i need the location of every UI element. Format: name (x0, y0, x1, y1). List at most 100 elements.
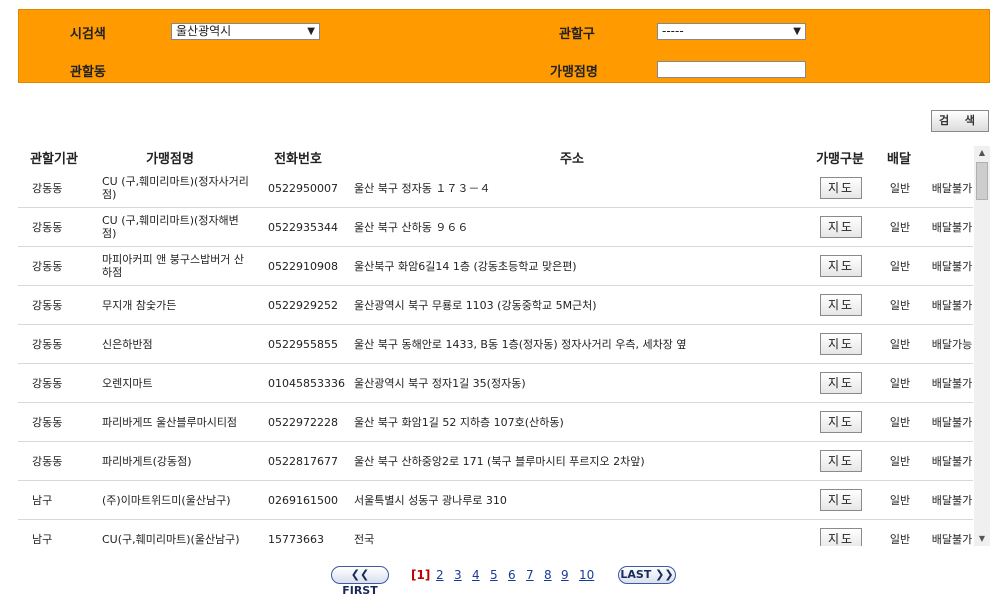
phone-cell: 0522955855 (268, 337, 338, 351)
agency-cell: 강동동 (32, 221, 63, 234)
phone-cell: 0522950007 (268, 181, 338, 195)
agency-cell: 강동동 (32, 416, 63, 429)
table-row: 강동동 신은하반점 0522955855 울산 북구 동해안로 1433, B동… (18, 325, 973, 364)
page-link-7[interactable]: 7 (526, 568, 534, 582)
address-cell: 울산 북구 화암1길 52 지하층 107호(산하동) (354, 416, 564, 429)
district-select[interactable]: ----- ▼ (657, 23, 806, 40)
city-search-label: 시검색 (70, 27, 106, 42)
delivery-cell: 배달불가 (931, 259, 973, 273)
dropdown-arrow-icon: ▼ (307, 26, 315, 37)
table-row: 강동동 무지개 참숯가든 0522929252 울산광역시 북구 무룡로 110… (18, 286, 973, 325)
page-link-8[interactable]: 8 (544, 568, 552, 582)
address-cell: 울산 북구 동해안로 1433, B동 1층(정자동) 정자사거리 우측, 세차… (354, 338, 687, 351)
store-type-cell: 일반 (889, 455, 911, 468)
map-cell: 지도 (819, 169, 863, 207)
table-row: 강동동 CU (구,훼미리마트)(정자사거리점) 0522950007 울산 북… (18, 169, 973, 208)
page-link-3[interactable]: 3 (454, 568, 462, 582)
delivery-cell: 배달불가 (931, 298, 973, 312)
map-button[interactable]: 지도 (820, 489, 862, 511)
store-name-cell: 파리바게뜨 울산블루마시티점 (102, 415, 238, 429)
header-phone: 전화번호 (274, 152, 322, 167)
store-name-cell: (주)이마트위드미(울산남구) (102, 493, 231, 507)
store-name-cell: CU (구,훼미리마트)(정자사거리점) (102, 175, 249, 201)
map-button[interactable]: 지도 (820, 255, 862, 277)
store-name-cell: CU (구,훼미리마트)(정자해변점) (102, 214, 239, 240)
store-type-cell: 일반 (889, 182, 911, 195)
city-select[interactable]: 울산광역시 ▼ (171, 23, 320, 40)
table-row: 강동동 파리바게트(강동점) 0522817677 울산 북구 산하중앙2로 1… (18, 442, 973, 481)
page-link-4[interactable]: 4 (472, 568, 480, 582)
current-page: [1] (411, 568, 431, 582)
map-button[interactable]: 지도 (820, 528, 862, 546)
map-cell: 지도 (819, 208, 863, 246)
first-page-button[interactable]: ❮❮ FIRST (331, 566, 389, 597)
store-type-cell: 일반 (889, 377, 911, 390)
city-select-value: 울산광역시 (176, 24, 232, 38)
search-button[interactable]: 검 색 (931, 110, 989, 132)
table-scrollbar[interactable]: ▲ ▼ (974, 146, 990, 546)
map-cell: 지도 (819, 325, 863, 363)
map-cell: 지도 (819, 247, 863, 285)
map-button[interactable]: 지도 (820, 216, 862, 238)
address-cell: 전국 (354, 533, 375, 546)
map-cell: 지도 (819, 481, 863, 519)
store-name-label: 가맹점명 (550, 65, 598, 80)
page-link-10[interactable]: 10 (579, 568, 594, 582)
delivery-cell: 배달불가 (931, 181, 973, 195)
store-type-cell: 일반 (889, 338, 911, 351)
page-link-6[interactable]: 6 (508, 568, 516, 582)
last-page-button[interactable]: LAST ❯❯ (618, 566, 676, 584)
map-button[interactable]: 지도 (820, 450, 862, 472)
agency-cell: 강동동 (32, 455, 63, 468)
store-type-cell: 일반 (889, 299, 911, 312)
address-cell: 서울특별시 성동구 광나루로 310 (354, 494, 507, 507)
scroll-down-arrow-icon[interactable]: ▼ (974, 532, 990, 546)
delivery-cell: 배달불가 (931, 376, 973, 390)
phone-cell: 15773663 (268, 532, 324, 546)
map-cell: 지도 (819, 442, 863, 480)
phone-cell: 0522929252 (268, 298, 338, 312)
agency-cell: 강동동 (32, 377, 63, 390)
table-row: 남구 CU(구,훼미리마트)(울산남구) 15773663 전국 지도 일반 배… (18, 520, 973, 546)
agency-cell: 강동동 (32, 260, 63, 273)
scroll-up-arrow-icon[interactable]: ▲ (974, 146, 990, 160)
phone-cell: 0522972228 (268, 415, 338, 429)
table-row: 강동동 마피아커피 앤 붕구스밥버거 산하점 0522910908 울산북구 화… (18, 247, 973, 286)
page-link-5[interactable]: 5 (490, 568, 498, 582)
delivery-cell: 배달불가 (931, 220, 973, 234)
map-button[interactable]: 지도 (820, 294, 862, 316)
table-header: 관할기관 가맹점명 전화번호 주소 가맹구분 배달 (18, 148, 973, 168)
store-name-input[interactable] (657, 61, 806, 78)
map-button[interactable]: 지도 (820, 411, 862, 433)
store-name-cell: CU(구,훼미리마트)(울산남구) (102, 532, 240, 546)
map-button[interactable]: 지도 (820, 372, 862, 394)
table-row: 강동동 CU (구,훼미리마트)(정자해변점) 0522935344 울산 북구… (18, 208, 973, 247)
store-type-cell: 일반 (889, 260, 911, 273)
map-cell: 지도 (819, 286, 863, 324)
page-link-2[interactable]: 2 (436, 568, 444, 582)
phone-cell: 0269161500 (268, 493, 338, 507)
agency-cell: 남구 (32, 533, 53, 546)
search-panel: 시검색 울산광역시 ▼ 관할구 ----- ▼ 관할동 가맹점명 (18, 9, 990, 83)
scrollbar-thumb[interactable] (976, 162, 988, 200)
delivery-cell: 배달불가 (931, 454, 973, 468)
phone-cell: 01045853336 (268, 376, 345, 390)
table-body: 강동동 CU (구,훼미리마트)(정자사거리점) 0522950007 울산 북… (18, 169, 973, 546)
agency-cell: 강동동 (32, 182, 63, 195)
header-address: 주소 (560, 152, 584, 167)
delivery-cell: 배달불가 (931, 415, 973, 429)
table-row: 강동동 오렌지마트 01045853336 울산광역시 북구 정자1길 35(정… (18, 364, 973, 403)
page-link-9[interactable]: 9 (561, 568, 569, 582)
header-delivery: 배달 (887, 152, 911, 167)
agency-cell: 남구 (32, 494, 53, 507)
phone-cell: 0522817677 (268, 454, 338, 468)
map-button[interactable]: 지도 (820, 177, 862, 199)
delivery-cell: 배달가능 (931, 337, 973, 351)
address-cell: 울산북구 화암6길14 1층 (강동초등학교 맞은편) (354, 260, 577, 273)
map-button[interactable]: 지도 (820, 333, 862, 355)
address-cell: 울산광역시 북구 무룡로 1103 (강동중학교 5M근처) (354, 299, 597, 312)
store-name-cell: 파리바게트(강동점) (102, 454, 192, 468)
agency-cell: 강동동 (32, 299, 63, 312)
address-cell: 울산 북구 산하동 ９６６ (354, 221, 469, 234)
store-name-cell: 무지개 참숯가든 (102, 298, 177, 312)
